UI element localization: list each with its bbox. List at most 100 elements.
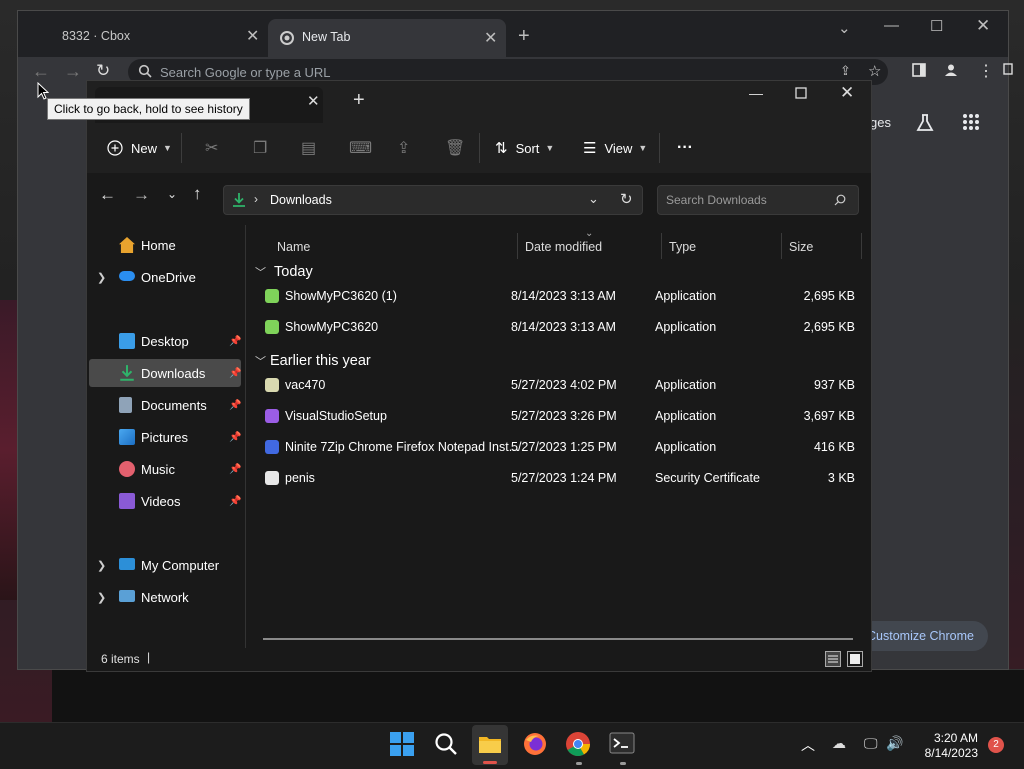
column-divider[interactable] — [781, 233, 782, 259]
chrome-menu-icon[interactable]: ⋮ — [978, 61, 994, 81]
maximize-icon[interactable]: ☐ — [930, 17, 943, 35]
file-row[interactable]: Ninite 7Zip Chrome Firefox Notepad Inst.… — [261, 434, 861, 462]
pin-icon[interactable]: 📌 — [229, 368, 241, 379]
breadcrumb-downloads[interactable]: Downloads — [270, 193, 332, 207]
group-header-today[interactable]: ﹀ Today — [255, 264, 313, 280]
details-view-icon[interactable] — [825, 651, 841, 667]
terminal-icon[interactable] — [609, 731, 637, 765]
recent-locations-icon[interactable]: ⌄ — [167, 187, 177, 201]
new-tab-icon[interactable]: + — [518, 25, 530, 48]
chevron-down-icon: ﹀ — [255, 356, 266, 368]
sidebar-item-home[interactable]: Home — [89, 231, 241, 259]
view-button[interactable]: ☰ View ▼ — [583, 135, 647, 161]
minimize-icon[interactable]: — — [884, 17, 899, 34]
close-tab-icon[interactable]: ✕ — [246, 26, 259, 46]
maximize-icon[interactable] — [795, 87, 807, 99]
search-icon[interactable] — [433, 731, 461, 759]
group-header-earlier-this-year[interactable]: ﹀ Earlier this year — [255, 353, 371, 369]
side-panel-icon[interactable] — [912, 63, 926, 77]
paste-icon[interactable]: ▤ — [301, 138, 316, 158]
cut-icon[interactable]: ✂ — [205, 138, 218, 158]
file-row[interactable]: vac470 5/27/2023 4:02 PM Application 937 KB — [261, 372, 861, 400]
address-history-icon[interactable]: ⌄ — [588, 191, 599, 207]
new-tab-icon[interactable]: + — [353, 89, 365, 112]
sidebar-item-network[interactable]: ❯ Network — [89, 583, 241, 611]
column-divider[interactable] — [517, 233, 518, 259]
chevron-right-icon[interactable]: ❯ — [97, 559, 106, 572]
close-tab-icon[interactable]: ✕ — [307, 92, 320, 110]
profile-icon[interactable] — [944, 63, 958, 77]
onedrive-tray-icon[interactable]: ☁ — [832, 735, 846, 752]
file-row[interactable]: penis 5/27/2023 1:24 PM Security Certifica… — [261, 465, 861, 493]
see-more-button[interactable]: ··· — [677, 135, 693, 161]
column-header-type[interactable]: Type — [669, 240, 696, 254]
up-arrow-icon[interactable]: ↑ — [193, 184, 202, 204]
column-divider[interactable] — [661, 233, 662, 259]
column-divider[interactable] — [861, 233, 862, 259]
pin-icon[interactable]: 📌 — [229, 432, 241, 443]
forward-arrow-icon[interactable]: → — [64, 61, 82, 82]
chrome-icon[interactable] — [565, 731, 593, 765]
address-bar[interactable]: › Downloads ⌄ ↻ — [223, 185, 643, 215]
file-row[interactable]: ShowMyPC3620 (1) 8/14/2023 3:13 AM Applica… — [261, 283, 861, 311]
chrome-tab-newtab[interactable]: New Tab ✕ — [268, 19, 506, 57]
images-link[interactable]: ges — [870, 115, 891, 130]
share-icon[interactable]: ⇪ — [840, 63, 851, 79]
back-arrow-icon[interactable]: ← — [32, 61, 50, 82]
sidebar-item-documents[interactable]: Documents 📌 — [89, 391, 241, 419]
chrome-tab-cbox[interactable]: 8332 · Cbox ✕ — [62, 23, 262, 49]
chevron-right-icon[interactable]: ❯ — [97, 271, 106, 284]
background-window-edge — [52, 669, 1024, 723]
network-tray-icon[interactable]: 🖵 — [864, 735, 878, 752]
sidebar-item-music[interactable]: Music 📌 — [89, 455, 241, 483]
file-row[interactable]: VisualStudioSetup 5/27/2023 3:26 PM Applic… — [261, 403, 861, 431]
column-header-size[interactable]: Size — [789, 240, 813, 254]
rename-icon[interactable]: ⌨ — [349, 138, 372, 158]
tiles-view-icon[interactable] — [847, 651, 863, 667]
music-icon — [119, 461, 135, 477]
start-windows-icon[interactable] — [389, 731, 417, 759]
column-header-name[interactable]: Name — [277, 240, 310, 254]
close-window-icon[interactable]: ✕ — [976, 16, 990, 36]
share-icon[interactable]: ⇪ — [397, 138, 410, 158]
pin-icon[interactable]: 📌 — [229, 464, 241, 475]
file-row[interactable]: ShowMyPC3620 8/14/2023 3:13 AM Application… — [261, 314, 861, 342]
download-icon — [232, 192, 246, 208]
volume-icon[interactable]: 🔊 — [886, 735, 903, 752]
sidebar-item-videos[interactable]: Videos 📌 — [89, 487, 241, 515]
sort-button[interactable]: ⇅ Sort ▼ — [495, 135, 554, 161]
desktop-icon — [119, 333, 135, 349]
close-tab-icon[interactable]: ✕ — [484, 28, 497, 48]
apps-grid-icon[interactable] — [962, 113, 980, 131]
bookmark-star-icon[interactable]: ☆ — [868, 62, 881, 80]
back-arrow-icon[interactable]: ← — [99, 185, 116, 205]
sidebar-item-desktop[interactable]: Desktop 📌 — [89, 327, 241, 355]
firefox-icon[interactable] — [522, 731, 550, 759]
sidebar-item-pictures[interactable]: Pictures 📌 — [89, 423, 241, 451]
file-explorer-taskbar-button[interactable] — [472, 725, 508, 765]
horizontal-scrollbar[interactable] — [263, 638, 853, 640]
pin-icon[interactable]: 📌 — [229, 496, 241, 507]
notification-badge[interactable]: 2 — [988, 737, 1004, 753]
column-header-date[interactable]: Date modified — [525, 240, 602, 254]
copy-icon[interactable]: ❐ — [253, 138, 267, 158]
reload-icon[interactable]: ↻ — [96, 61, 110, 81]
pin-icon[interactable]: 📌 — [229, 400, 241, 411]
new-button[interactable]: New ▼ — [107, 135, 172, 161]
search-input[interactable]: Search Downloads — [657, 185, 859, 215]
show-hidden-icons-icon[interactable]: ︿ — [801, 735, 815, 755]
tab-search-icon[interactable]: ⌄ — [838, 19, 851, 37]
labs-flask-icon[interactable] — [915, 113, 935, 133]
sidebar-item-my-computer[interactable]: ❯ My Computer — [89, 551, 241, 579]
refresh-icon[interactable]: ↻ — [620, 190, 633, 208]
clock[interactable]: 3:20 AM 8/14/2023 — [925, 731, 978, 761]
forward-arrow-icon[interactable]: → — [133, 185, 150, 205]
delete-icon[interactable]: 🗑 — [445, 138, 465, 158]
minimize-icon[interactable]: — — [749, 85, 763, 101]
sidebar-item-onedrive[interactable]: ❯ OneDrive — [89, 263, 241, 291]
chevron-right-icon[interactable]: ❯ — [97, 591, 106, 604]
sidebar-item-downloads[interactable]: Downloads 📌 — [89, 359, 241, 387]
close-window-icon[interactable]: ✕ — [840, 83, 854, 103]
pin-icon[interactable]: 📌 — [229, 336, 241, 347]
window-restore-icon[interactable] — [1003, 63, 1013, 75]
